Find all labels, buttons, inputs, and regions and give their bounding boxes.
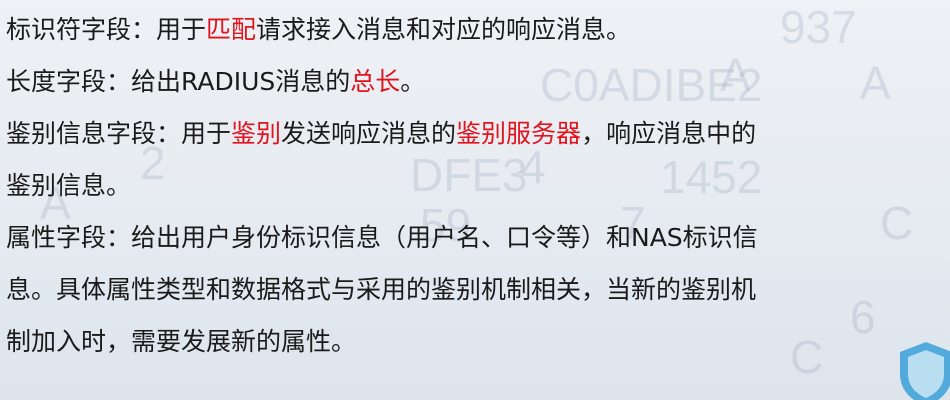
length-field-text: 。 [400,67,426,96]
text-content: 标识符字段：用于匹配请求接入消息和对应的响应消息。 长度字段：给出RADIUS消… [6,4,946,368]
attr-field-line-2: 息。具体属性类型和数据格式与采用的鉴别机制相关，当新的鉴别机 [6,275,757,304]
highlight-match: 匹配 [206,15,257,44]
attr-field-line-1: 属性字段：给出用户身份标识信息（用户名、口令等）和NAS标识信 [6,223,758,252]
length-field-line: 长度字段：给出RADIUS消息的总长。 [6,56,946,108]
highlight-auth-server: 鉴别服务器 [456,119,582,148]
highlight-total-length: 总长 [350,67,401,96]
auth-field-text-rest: ，响应消息中的 [581,119,757,148]
identifier-field-label: 标识符字段：用于 [6,15,207,44]
attr-field-line-3: 制加入时，需要发展新的属性。 [6,327,357,356]
identifier-field-line: 标识符字段：用于匹配请求接入消息和对应的响应消息。 [6,4,946,56]
highlight-authenticate: 鉴别 [231,119,282,148]
length-field-label: 长度字段：给出RADIUS消息的 [6,67,351,96]
auth-field-label: 鉴别信息字段：用于 [6,119,232,148]
auth-field-line-1: 鉴别信息字段：用于鉴别发送响应消息的鉴别服务器，响应消息中的 [6,108,946,160]
identifier-field-text: 请求接入消息和对应的响应消息。 [256,15,632,44]
auth-field-line-2: 鉴别信息。 [6,171,132,200]
auth-field-text-mid: 发送响应消息的 [281,119,457,148]
